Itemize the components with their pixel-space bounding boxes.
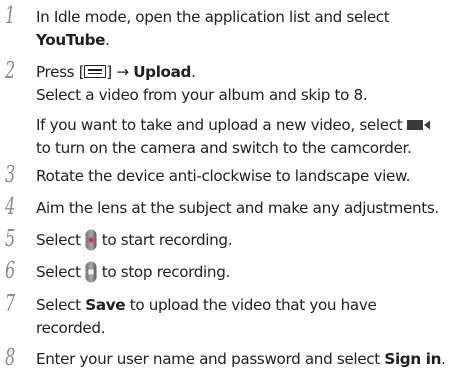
step-text: Select to start recording. — [36, 229, 458, 252]
save-label: Save — [85, 296, 126, 314]
step-text: Select to stop recording. — [36, 261, 458, 284]
step-number: 5 — [5, 226, 16, 252]
step-text: Aim the lens at the subject and make any… — [36, 199, 439, 217]
step-text: Rotate the device anti-clockwise to land… — [36, 167, 411, 185]
stop-button-icon — [85, 261, 97, 282]
camcorder-icon — [406, 119, 430, 130]
step-number: 2 — [5, 58, 16, 84]
sign-in-label: Sign in — [384, 350, 442, 368]
step-number: 6 — [5, 258, 16, 284]
step-text: In Idle mode, open the application list … — [36, 8, 390, 49]
step-text: Select Save to upload the video that you… — [36, 296, 377, 337]
step-number: 7 — [5, 291, 16, 317]
step-number: 4 — [5, 194, 16, 220]
menu-key-icon — [84, 65, 107, 78]
step-note: If you want to take and upload a new vid… — [36, 114, 431, 160]
upload-label: Upload — [133, 63, 192, 81]
step-number: 1 — [5, 3, 16, 29]
youtube-label: YouTube — [36, 31, 106, 49]
step-text: Press [] → Upload. Select a video from y… — [36, 63, 368, 104]
step-number: 3 — [5, 162, 16, 188]
step-number: 8 — [5, 345, 16, 371]
record-button-icon — [85, 229, 97, 250]
step-text: Enter your user name and password and se… — [36, 350, 446, 368]
